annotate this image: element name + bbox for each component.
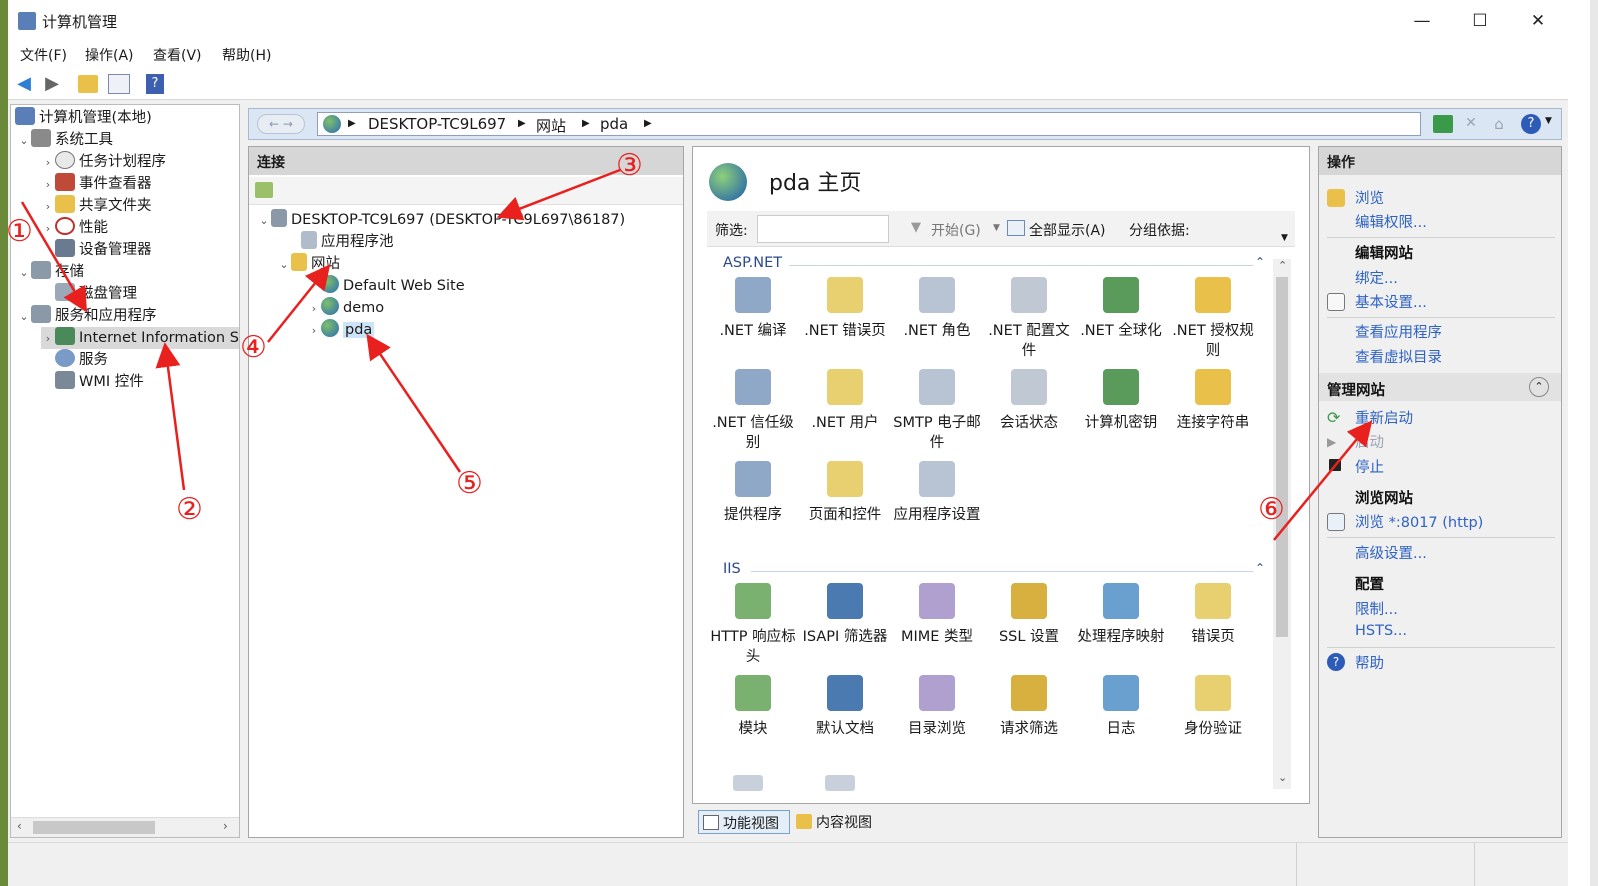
annotation-1: ① (6, 214, 33, 249)
arrow-6 (1273, 420, 1373, 541)
arrow-3 (496, 168, 621, 221)
arrow-2 (155, 342, 186, 491)
annotation-6: ⑥ (1258, 492, 1285, 527)
arrow-5 (366, 333, 462, 473)
annotation-4: ④ (240, 330, 267, 365)
arrow-4 (267, 264, 331, 343)
annotation-2: ② (176, 492, 203, 527)
annotation-5: ⑤ (456, 466, 483, 501)
annotation-3: ③ (616, 148, 643, 183)
annotation-arrows (20, 168, 1373, 541)
